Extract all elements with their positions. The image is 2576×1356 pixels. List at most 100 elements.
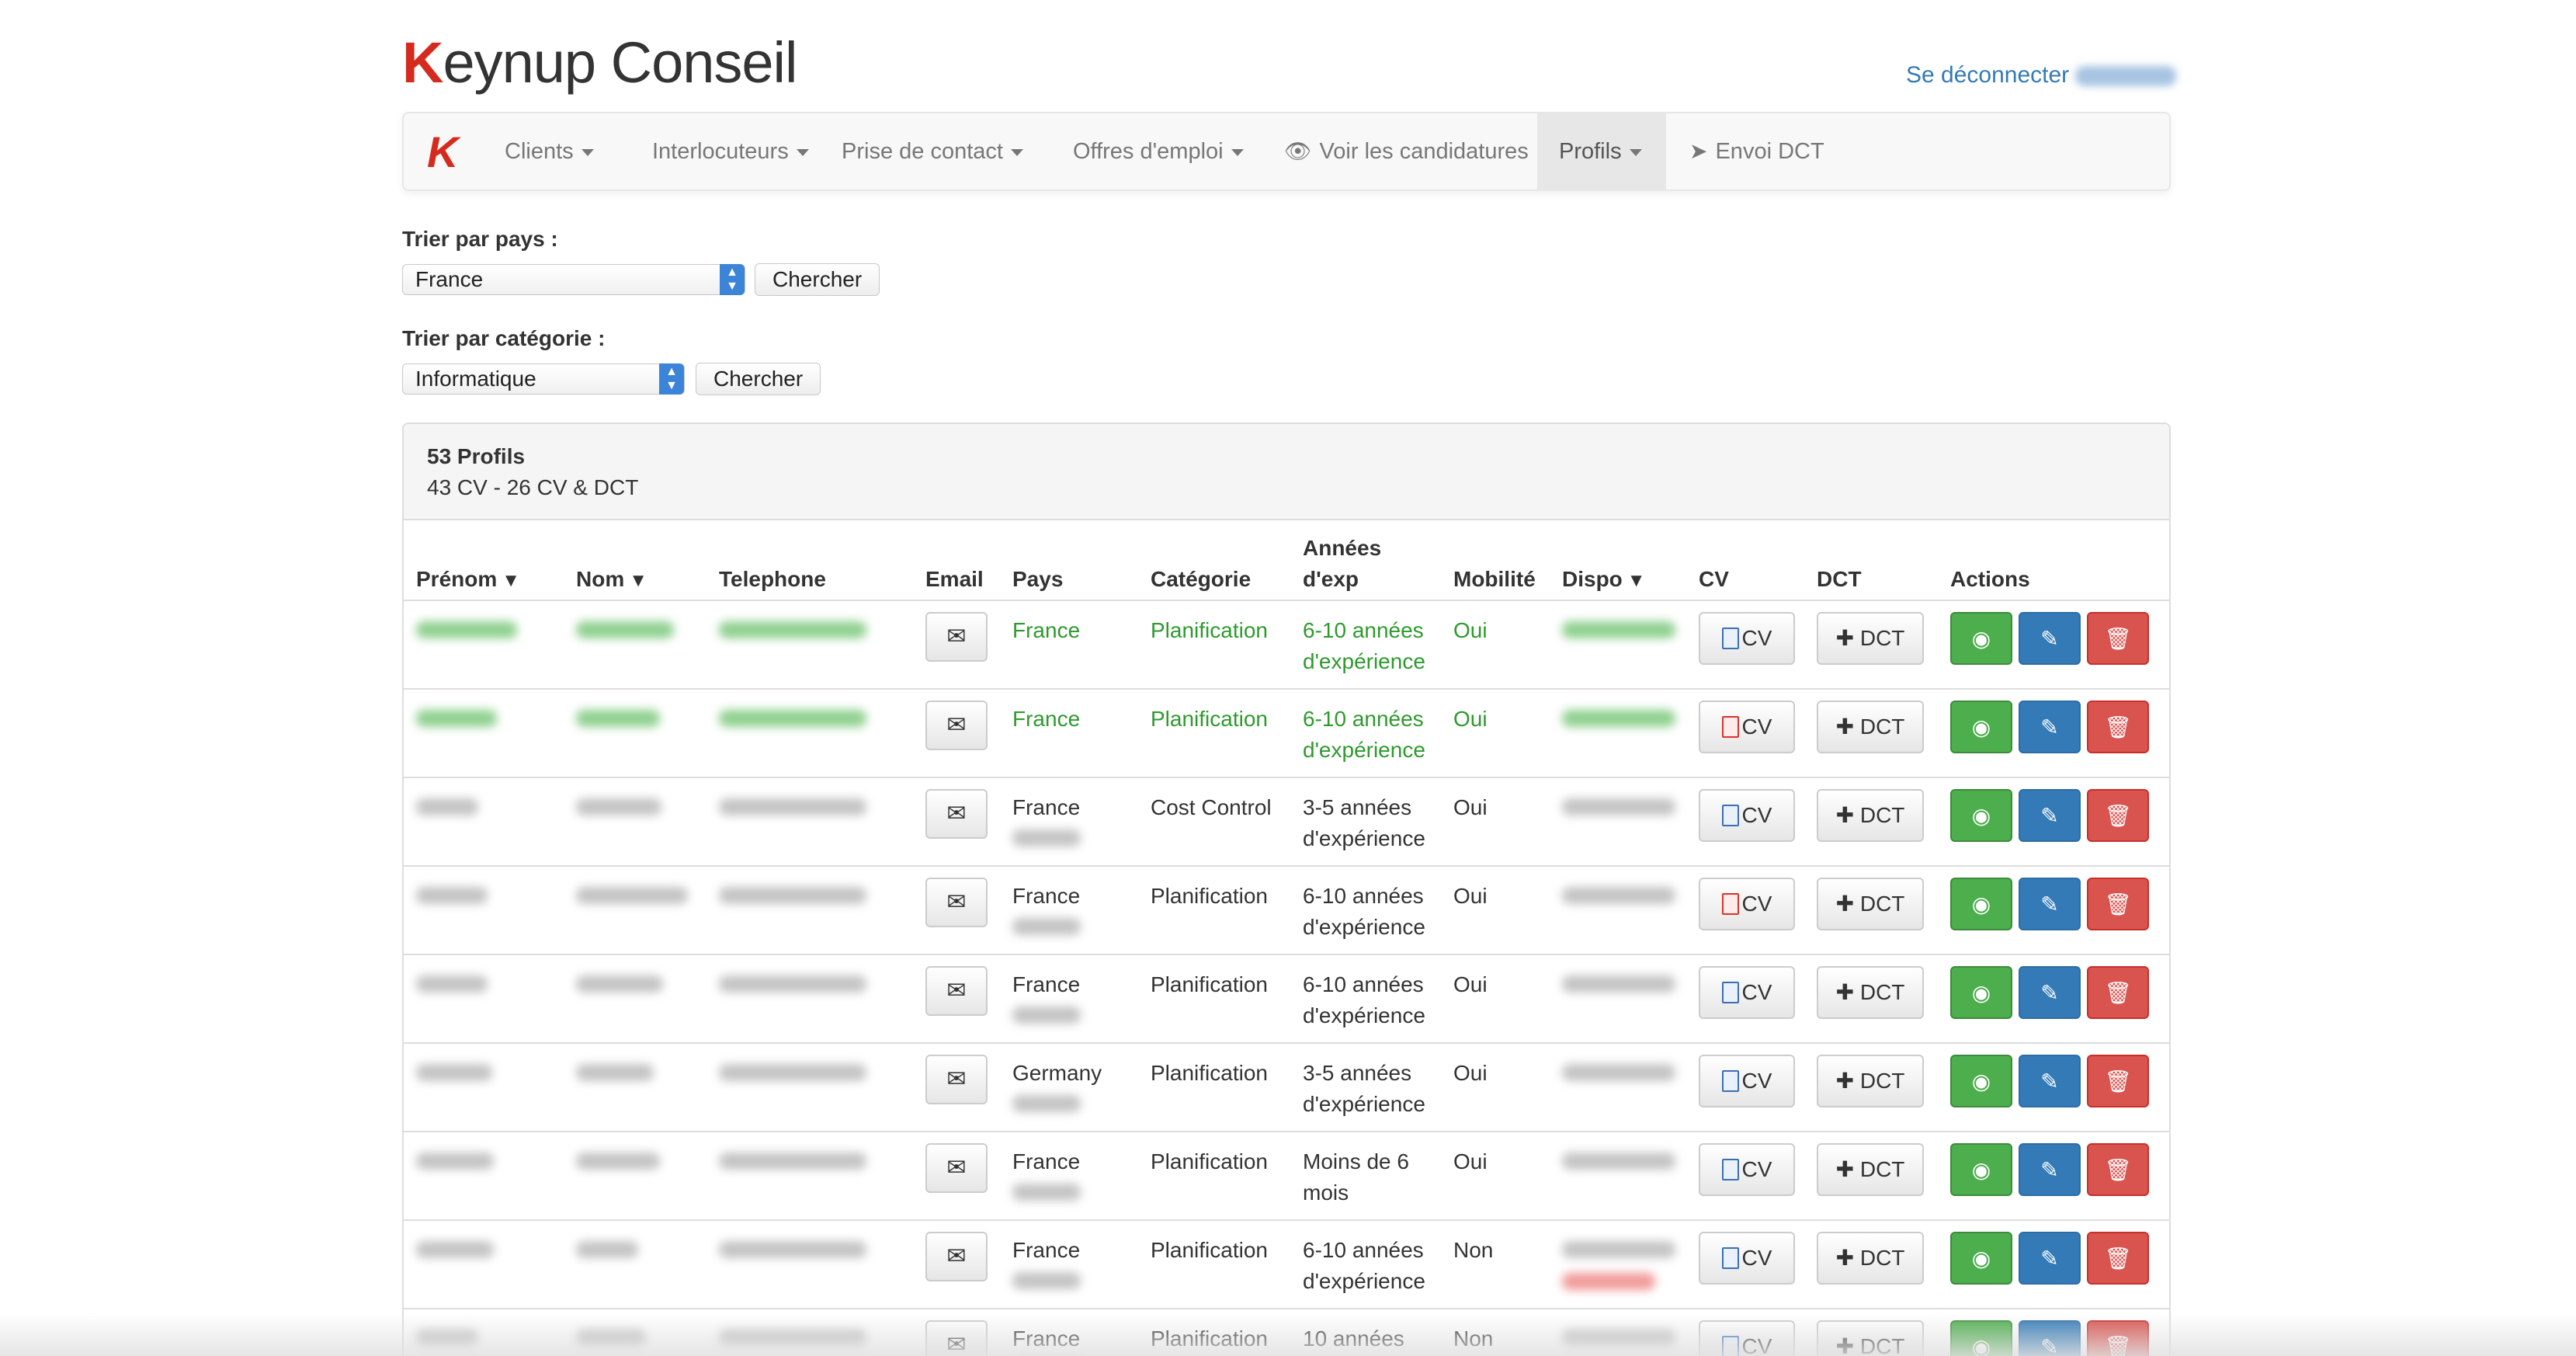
edit-profile-button[interactable]: ✎ — [2019, 701, 2081, 753]
add-dct-button[interactable]: ✚ DCT — [1817, 966, 1924, 1019]
edit-profile-button[interactable]: ✎ — [2019, 1232, 2081, 1285]
nav-offres-emploi[interactable]: Offres d'emploi — [1051, 113, 1265, 189]
add-dct-button[interactable]: ✚ DCT — [1817, 612, 1924, 665]
filter-icon[interactable]: ▼ — [1627, 565, 1646, 596]
plus-icon: ✚ — [1835, 980, 1855, 1004]
view-profile-button[interactable]: ◉ — [1950, 701, 2012, 753]
pdf-file-icon — [1721, 892, 1739, 915]
cv-button[interactable]: CV — [1699, 612, 1795, 665]
nav-voir-candidatures-label: Voir les candidatures — [1319, 139, 1529, 164]
edit-profile-button[interactable]: ✎ — [2019, 612, 2081, 665]
nav-clients[interactable]: Clients — [483, 113, 616, 189]
table-row: ✉ France Planification 6-10 années d'expérie… — [404, 688, 2169, 777]
cell-pays: France — [1012, 618, 1081, 642]
trash-icon: 🗑 — [2104, 1158, 2132, 1182]
trash-icon: 🗑 — [2104, 627, 2132, 651]
cell-experience: Moins de 6 mois — [1303, 1149, 1409, 1205]
delete-profile-button[interactable]: 🗑 — [2087, 789, 2149, 842]
email-button[interactable]: ✉ — [925, 878, 988, 927]
view-profile-button[interactable]: ◉ — [1950, 789, 2012, 842]
nav-voir-candidatures[interactable]: 👁 Voir les candidatures — [1262, 113, 1550, 189]
category-search-button[interactable]: Chercher — [696, 363, 821, 395]
nav-interlocuteurs-label: Interlocuteurs — [652, 139, 789, 164]
cell-dispo-redacted — [1562, 969, 1675, 1001]
nav-envoi-dct[interactable]: ➤ Envoi DCT — [1668, 113, 1846, 189]
email-button[interactable]: ✉ — [925, 1055, 988, 1104]
edit-profile-button[interactable]: ✎ — [2019, 1143, 2081, 1196]
email-button[interactable]: ✉ — [925, 966, 988, 1016]
cv-button[interactable]: CV — [1699, 1143, 1795, 1196]
cell-nom-redacted — [576, 704, 660, 735]
email-button[interactable]: ✉ — [925, 701, 988, 750]
th-dct: DCT — [1817, 567, 1862, 591]
email-button[interactable]: ✉ — [925, 612, 988, 662]
category-select[interactable]: Informatique ▲ ▼ — [402, 363, 685, 395]
plus-icon: ✚ — [1835, 1157, 1855, 1181]
cv-button[interactable]: CV — [1699, 966, 1795, 1019]
dct-button-label: DCT — [1859, 715, 1905, 739]
edit-icon: ✎ — [2040, 1069, 2059, 1093]
cell-telephone-redacted — [719, 881, 866, 913]
filter-icon[interactable]: ▼ — [502, 565, 520, 596]
edit-icon: ✎ — [2040, 1246, 2059, 1271]
nav-prise-de-contact[interactable]: Prise de contact — [820, 113, 1045, 189]
view-profile-button[interactable]: ◉ — [1950, 878, 2012, 930]
delete-profile-button[interactable]: 🗑 — [2087, 1055, 2149, 1107]
edit-profile-button[interactable]: ✎ — [2019, 1055, 2081, 1107]
word-file-icon — [1721, 981, 1739, 1003]
view-profile-button[interactable]: ◉ — [1950, 1232, 2012, 1285]
add-dct-button[interactable]: ✚ DCT — [1817, 878, 1924, 930]
cv-button[interactable]: CV — [1699, 1232, 1795, 1285]
email-button[interactable]: ✉ — [925, 789, 988, 839]
edit-profile-button[interactable]: ✎ — [2019, 966, 2081, 1019]
add-dct-button[interactable]: ✚ DCT — [1817, 701, 1924, 753]
add-dct-button[interactable]: ✚ DCT — [1817, 1232, 1924, 1285]
table-row: ✉ France Planification 6-10 années d'expérie… — [404, 600, 2169, 688]
country-search-button[interactable]: Chercher — [755, 263, 880, 296]
eye-icon: 👁 — [1284, 139, 1312, 163]
cell-experience: 6-10 années d'expérience — [1303, 884, 1425, 939]
cv-button[interactable]: CV — [1699, 701, 1795, 753]
th-nom[interactable]: Nom ▼ — [576, 564, 647, 596]
cell-dispo-redacted — [1562, 1146, 1675, 1178]
delete-profile-button[interactable]: 🗑 — [2087, 966, 2149, 1019]
cell-nom-redacted — [576, 792, 661, 824]
nav-logo[interactable]: K — [427, 130, 458, 174]
view-profile-button[interactable]: ◉ — [1950, 1055, 2012, 1107]
country-select[interactable]: France ▲ ▼ — [402, 264, 745, 295]
edit-profile-button[interactable]: ✎ — [2019, 878, 2081, 930]
cv-button[interactable]: CV — [1699, 789, 1795, 842]
add-dct-button[interactable]: ✚ DCT — [1817, 1055, 1924, 1107]
cv-button[interactable]: CV — [1699, 1055, 1795, 1107]
cell-telephone-redacted — [719, 1146, 866, 1178]
view-profile-button[interactable]: ◉ — [1950, 612, 2012, 665]
th-prenom[interactable]: Prénom ▼ — [416, 564, 520, 596]
add-dct-button[interactable]: ✚ DCT — [1817, 1143, 1924, 1196]
delete-profile-button[interactable]: 🗑 — [2087, 612, 2149, 665]
logout-link[interactable]: Se déconnecter — [1906, 62, 2177, 89]
cv-button[interactable]: CV — [1699, 878, 1795, 930]
delete-profile-button[interactable]: 🗑 — [2087, 1232, 2149, 1285]
cell-prenom-redacted — [416, 881, 488, 913]
dct-button-label: DCT — [1859, 1246, 1905, 1270]
email-button[interactable]: ✉ — [925, 1232, 988, 1281]
view-profile-button[interactable]: ◉ — [1950, 966, 2012, 1019]
delete-profile-button[interactable]: 🗑 — [2087, 1143, 2149, 1196]
table-row: ✉ France Planification 6-10 années d'expérie… — [404, 1219, 2169, 1308]
th-dispo[interactable]: Dispo ▼ — [1562, 564, 1646, 596]
dct-button-label: DCT — [1859, 1157, 1905, 1181]
delete-profile-button[interactable]: 🗑 — [2087, 878, 2149, 930]
nav-interlocuteurs[interactable]: Interlocuteurs — [630, 113, 831, 189]
word-file-icon — [1721, 627, 1739, 649]
edit-profile-button[interactable]: ✎ — [2019, 789, 2081, 842]
view-profile-button[interactable]: ◉ — [1950, 1143, 2012, 1196]
cell-pays: France — [1012, 969, 1081, 1032]
trash-icon: 🗑 — [2104, 892, 2132, 916]
cell-mobilite: Oui — [1453, 972, 1488, 996]
delete-profile-button[interactable]: 🗑 — [2087, 701, 2149, 753]
add-dct-button[interactable]: ✚ DCT — [1817, 789, 1924, 842]
nav-profils[interactable]: Profils — [1537, 113, 1666, 189]
filter-icon[interactable]: ▼ — [629, 565, 647, 596]
th-dispo-label: Dispo — [1562, 567, 1623, 591]
email-button[interactable]: ✉ — [925, 1143, 988, 1193]
